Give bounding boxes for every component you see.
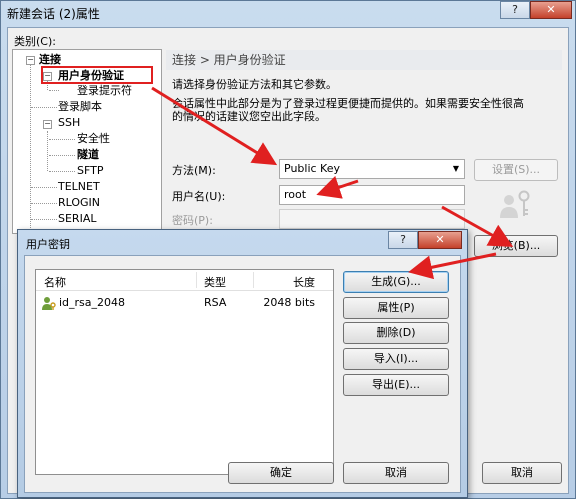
- method-select[interactable]: Public Key ▼: [279, 159, 465, 179]
- column-divider: [196, 272, 197, 288]
- tree-line: [49, 139, 75, 140]
- main-cancel-button[interactable]: 取消: [482, 462, 562, 484]
- column-header-type[interactable]: 类型: [204, 274, 226, 290]
- tree-item-tunnel[interactable]: 隧道: [77, 148, 99, 162]
- ok-button[interactable]: 确定: [228, 462, 334, 484]
- key-list[interactable]: 名称 类型 长度 id_rsa_2048 RSA 2048 bits: [35, 269, 334, 475]
- annotation-highlight-box: [41, 66, 153, 84]
- tree-line: [31, 187, 57, 188]
- tree-item-login-prompt[interactable]: 登录提示符: [77, 84, 132, 98]
- key-length-cell: 2048 bits: [263, 296, 315, 309]
- tree-item-rlogin[interactable]: RLOGIN: [58, 196, 100, 210]
- delete-button[interactable]: 删除(D): [343, 322, 449, 344]
- key-type-cell: RSA: [204, 296, 227, 309]
- export-button[interactable]: 导出(E)...: [343, 374, 449, 396]
- window-title: 新建会话 (2)属性: [7, 7, 100, 21]
- method-select-value: Public Key: [284, 162, 340, 175]
- browse-button[interactable]: 浏览(B)...: [474, 235, 558, 257]
- tree-item-connection[interactable]: 连接: [39, 53, 61, 67]
- dialog-title: 用户密钥: [26, 238, 70, 251]
- username-value: root: [284, 188, 307, 201]
- tree-item-ssh[interactable]: SSH: [58, 116, 80, 130]
- dialog-cancel-button[interactable]: 取消: [343, 462, 449, 484]
- tree-item-sftp[interactable]: SFTP: [77, 164, 103, 178]
- close-button[interactable]: ✕: [530, 1, 572, 19]
- dialog-close-button[interactable]: ✕: [418, 231, 462, 249]
- tree-item-serial[interactable]: SERIAL: [58, 212, 96, 226]
- password-input[interactable]: [279, 209, 465, 229]
- tree-line: [31, 203, 57, 204]
- user-key-icon: [498, 188, 534, 224]
- column-divider: [253, 272, 254, 288]
- method-label: 方法(M):: [172, 164, 216, 177]
- password-label: 密码(P):: [172, 214, 213, 227]
- tree-line: [47, 131, 48, 171]
- dialog-help-button[interactable]: ?: [388, 231, 418, 249]
- dropdown-arrow-icon: ▼: [452, 164, 459, 173]
- tree-item-security[interactable]: 安全性: [77, 132, 110, 146]
- user-key-item-icon: [42, 296, 56, 310]
- tree-item-telnet[interactable]: TELNET: [58, 180, 100, 194]
- panel-description-3: 的情况的话建议您空出此字段。: [172, 110, 326, 123]
- expand-toggle-icon[interactable]: −: [43, 120, 52, 129]
- tree-line: [49, 155, 75, 156]
- tree-line: [49, 171, 75, 172]
- column-header-length[interactable]: 长度: [293, 274, 315, 290]
- list-header: 名称 类型 长度: [36, 270, 333, 291]
- settings-button[interactable]: 设置(S)...: [474, 159, 558, 181]
- help-button[interactable]: ?: [500, 1, 530, 19]
- tree-line: [49, 90, 59, 91]
- table-row[interactable]: id_rsa_2048 RSA 2048 bits: [36, 294, 333, 312]
- username-label: 用户名(U):: [172, 190, 226, 203]
- expand-toggle-icon[interactable]: −: [26, 56, 35, 65]
- username-input[interactable]: root: [279, 185, 465, 205]
- generate-button[interactable]: 生成(G)...: [343, 271, 449, 293]
- tree-line: [30, 62, 31, 234]
- column-header-name[interactable]: 名称: [44, 274, 66, 290]
- key-name-cell: id_rsa_2048: [59, 296, 126, 309]
- tree-line: [31, 107, 57, 108]
- properties-button[interactable]: 属性(P): [343, 297, 449, 319]
- panel-description-1: 请选择身份验证方法和其它参数。: [172, 78, 337, 91]
- panel-title: 连接 > 用户身份验证: [166, 50, 562, 70]
- tree-item-login-script[interactable]: 登录脚本: [58, 100, 102, 114]
- import-button[interactable]: 导入(I)...: [343, 348, 449, 370]
- category-label: 类别(C):: [14, 35, 56, 48]
- tree-line: [31, 219, 57, 220]
